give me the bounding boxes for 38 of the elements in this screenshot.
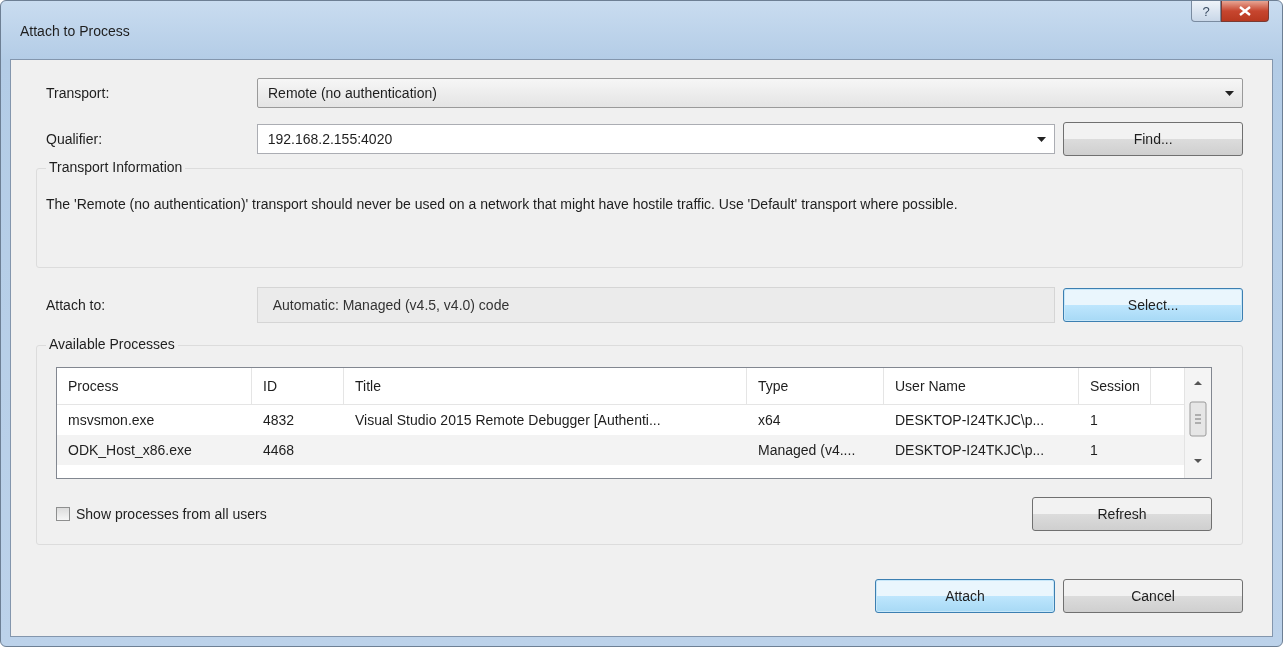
table-cell-text: 1 xyxy=(1089,412,1099,428)
dropdown-arrow-icon[interactable] xyxy=(1225,90,1234,96)
table-cell-text: 4832 xyxy=(262,412,296,428)
group-title: Available Processes xyxy=(46,336,178,352)
dropdown-arrow-icon[interactable] xyxy=(1037,136,1047,142)
table-cell-text: Visual Studio 2015 Remote Debugger [Authenti... xyxy=(354,412,662,428)
table-cell-text: 1 xyxy=(1089,442,1099,458)
column-header[interactable]: Session xyxy=(1079,368,1151,404)
window-title: Attach to Process xyxy=(20,23,130,39)
table-cell-text: DESKTOP-I24TKJC\p... xyxy=(894,412,1046,428)
refresh-button[interactable]: Refresh xyxy=(1032,497,1212,531)
close-icon xyxy=(1239,6,1251,16)
group-title: Transport Information xyxy=(46,159,186,175)
attach-to-label: Attach to: xyxy=(46,297,107,313)
column-header[interactable]: ID xyxy=(252,368,344,404)
transport-label: Transport: xyxy=(46,85,111,101)
attach-button[interactable]: Attach xyxy=(875,579,1055,613)
table-cell-text: Managed (v4.... xyxy=(757,442,857,458)
transport-dropdown[interactable]: Remote (no authentication) xyxy=(257,78,1243,108)
qualifier-label: Qualifier: xyxy=(46,131,104,147)
close-button[interactable] xyxy=(1221,1,1269,22)
cancel-button[interactable]: Cancel xyxy=(1063,579,1243,613)
find-button[interactable]: Find... xyxy=(1063,122,1243,156)
table-cell-text: 4468 xyxy=(262,442,296,458)
column-header[interactable]: Process xyxy=(57,368,252,404)
table-cell-text: DESKTOP-I24TKJC\p... xyxy=(894,442,1046,458)
warning-text: The 'Remote (no authentication)' transport should never be used on a network that might have hostile traffic. Use 'Default' transport where possible. xyxy=(46,195,959,214)
attach-to-field: Automatic: Managed (v4.5, v4.0) code xyxy=(256,287,1056,323)
column-header[interactable]: Type xyxy=(747,368,884,404)
table-cell-text: ODK_Host_x86.exe xyxy=(67,442,193,458)
select-button[interactable]: Select... xyxy=(1063,288,1243,322)
help-button[interactable]: ? xyxy=(1191,1,1221,22)
qualifier-field[interactable]: 192.168.2.155:4020 xyxy=(256,124,1056,154)
column-header[interactable]: Title xyxy=(344,368,747,404)
table-cell-text: msvsmon.exe xyxy=(67,412,156,428)
table-cell-text: x64 xyxy=(757,412,782,428)
column-header[interactable]: User Name xyxy=(884,368,1079,404)
show-all-users-checkbox[interactable]: Show processes from all users xyxy=(56,506,267,522)
